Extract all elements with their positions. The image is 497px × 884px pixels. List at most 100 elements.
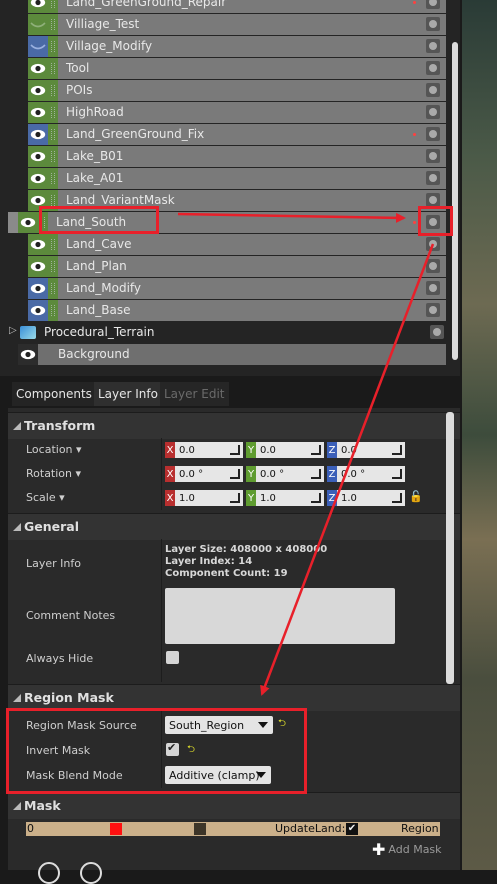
layer-row[interactable]: Land_Cave: [0, 234, 452, 255]
layer-row[interactable]: Village_Modify: [0, 36, 452, 57]
rotation-z-field[interactable]: 0.0 °: [337, 466, 405, 482]
visibility-eye-icon[interactable]: [28, 146, 48, 167]
procedural-terrain-row[interactable]: ▷ Procedural_Terrain: [0, 322, 452, 343]
layer-row[interactable]: Land_Modify: [0, 278, 452, 299]
section-general[interactable]: General: [8, 513, 460, 540]
circle-icon[interactable]: [80, 862, 102, 884]
scale-z[interactable]: Z 1.0: [327, 490, 405, 506]
mask-toggle-icon[interactable]: [426, 83, 440, 97]
drag-handle-icon[interactable]: [48, 256, 58, 277]
mask-toggle-icon[interactable]: [426, 17, 440, 31]
visibility-eye-icon[interactable]: [28, 80, 48, 101]
mask-stop-red[interactable]: [110, 823, 122, 835]
background-bar[interactable]: Background: [38, 344, 446, 365]
tab-layer-edit[interactable]: Layer Edit: [160, 382, 229, 406]
layer-name-bar[interactable]: Tool: [58, 58, 446, 79]
rotation-x-field[interactable]: 0.0 °: [175, 466, 243, 482]
location-x[interactable]: X 0.0: [165, 442, 243, 458]
layer-row[interactable]: Lake_A01: [0, 168, 452, 189]
mask-toggle-icon[interactable]: [426, 61, 440, 75]
section-region-mask[interactable]: Region Mask: [8, 684, 460, 711]
rotation-z[interactable]: Z 0.0 °: [327, 466, 405, 482]
rotation-y[interactable]: Y 0.0 °: [246, 466, 324, 482]
drag-handle-icon[interactable]: [48, 58, 58, 79]
visibility-eye-icon[interactable]: [28, 36, 48, 57]
mask-toggle-icon[interactable]: [426, 127, 440, 141]
mask-stop-dark[interactable]: [194, 823, 206, 835]
always-hide-checkbox[interactable]: [166, 651, 179, 664]
layer-name-bar[interactable]: Land_Modify: [58, 278, 446, 299]
visibility-eye-icon[interactable]: [28, 124, 48, 145]
visibility-eye-icon[interactable]: [28, 102, 48, 123]
location-label[interactable]: Location ▾: [26, 443, 82, 456]
drag-handle-icon[interactable]: [48, 102, 58, 123]
comment-notes-field[interactable]: [165, 588, 395, 644]
layer-name-bar[interactable]: Lake_A01: [58, 168, 446, 189]
visibility-eye-icon[interactable]: [28, 58, 48, 79]
mask-toggle-icon[interactable]: [426, 0, 440, 9]
drag-handle-icon[interactable]: [48, 300, 58, 321]
layer-row[interactable]: POIs: [0, 80, 452, 101]
drag-handle-icon[interactable]: [48, 278, 58, 299]
visibility-eye-icon[interactable]: [28, 168, 48, 189]
visibility-eye-icon[interactable]: [18, 212, 38, 233]
visibility-eye-icon[interactable]: [28, 300, 48, 321]
section-transform[interactable]: Transform: [8, 412, 460, 439]
rotation-label[interactable]: Rotation ▾: [26, 467, 81, 480]
details-scrollbar[interactable]: [446, 412, 454, 684]
visibility-eye-icon[interactable]: [28, 278, 48, 299]
location-y[interactable]: Y 0.0: [246, 442, 324, 458]
layer-name-bar[interactable]: Land_GreenGround_Repair: [58, 0, 446, 13]
location-y-field[interactable]: 0.0: [256, 442, 324, 458]
mask-toggle-icon[interactable]: [430, 325, 444, 339]
layer-row[interactable]: HighRoad: [0, 102, 452, 123]
layer-row[interactable]: Villiage_Test: [0, 14, 452, 35]
scale-x[interactable]: X 1.0: [165, 490, 243, 506]
background-row[interactable]: Background: [0, 344, 452, 365]
tab-layer-info[interactable]: Layer Info: [94, 382, 162, 406]
layer-row[interactable]: Lake_B01: [0, 146, 452, 167]
layer-name-bar[interactable]: Land_Cave: [58, 234, 446, 255]
scale-z-field[interactable]: 1.0: [337, 490, 405, 506]
layer-name-bar[interactable]: Land_GreenGround_Fix: [58, 124, 446, 145]
mask-gradient-bar[interactable]: 0 UpdateLand: ✔ Region: [26, 822, 440, 836]
rotation-x[interactable]: X 0.0 °: [165, 466, 243, 482]
mask-toggle-icon[interactable]: [426, 171, 440, 185]
layer-row[interactable]: Land_GreenGround_Repair: [0, 0, 452, 13]
mask-toggle-icon[interactable]: [426, 149, 440, 163]
mask-toggle-icon[interactable]: [426, 39, 440, 53]
visibility-eye-icon[interactable]: [28, 14, 48, 35]
add-mask-button[interactable]: ✚ Add Mask: [372, 840, 442, 859]
scale-label[interactable]: Scale ▾: [26, 491, 65, 504]
layer-name-bar[interactable]: Lake_B01: [58, 146, 446, 167]
mask-toggle-icon[interactable]: [426, 237, 440, 251]
tab-components[interactable]: Components: [12, 382, 96, 406]
rotation-y-field[interactable]: 0.0 °: [256, 466, 324, 482]
visibility-eye-icon[interactable]: [18, 344, 38, 365]
layer-name-bar[interactable]: Land_Base: [58, 300, 446, 321]
layer-name-bar[interactable]: Land_Plan: [58, 256, 446, 277]
expand-arrow-icon[interactable]: ▷: [9, 325, 17, 336]
mask-toggle-icon[interactable]: [426, 281, 440, 295]
scale-y-field[interactable]: 1.0: [256, 490, 324, 506]
layer-row[interactable]: Land_Plan: [0, 256, 452, 277]
drag-handle-icon[interactable]: [48, 124, 58, 145]
drag-handle-icon[interactable]: [48, 234, 58, 255]
location-z[interactable]: Z 0.0: [327, 442, 405, 458]
layer-name-bar[interactable]: HighRoad: [58, 102, 446, 123]
drag-handle-icon[interactable]: [48, 0, 58, 13]
scale-x-field[interactable]: 1.0: [175, 490, 243, 506]
visibility-eye-icon[interactable]: [28, 256, 48, 277]
update-land-checkbox[interactable]: ✔: [346, 823, 358, 835]
layer-row[interactable]: Land_Base: [0, 300, 452, 321]
location-z-field[interactable]: 0.0: [337, 442, 405, 458]
visibility-eye-icon[interactable]: [28, 0, 48, 13]
layer-name-bar[interactable]: Villiage_Test: [58, 14, 446, 35]
mask-toggle-icon[interactable]: [426, 303, 440, 317]
drag-handle-icon[interactable]: [48, 36, 58, 57]
drag-handle-icon[interactable]: [48, 14, 58, 35]
layer-name-bar[interactable]: POIs: [58, 80, 446, 101]
visibility-eye-icon[interactable]: [28, 234, 48, 255]
drag-handle-icon[interactable]: [48, 80, 58, 101]
layer-row[interactable]: Land_GreenGround_Fix: [0, 124, 452, 145]
